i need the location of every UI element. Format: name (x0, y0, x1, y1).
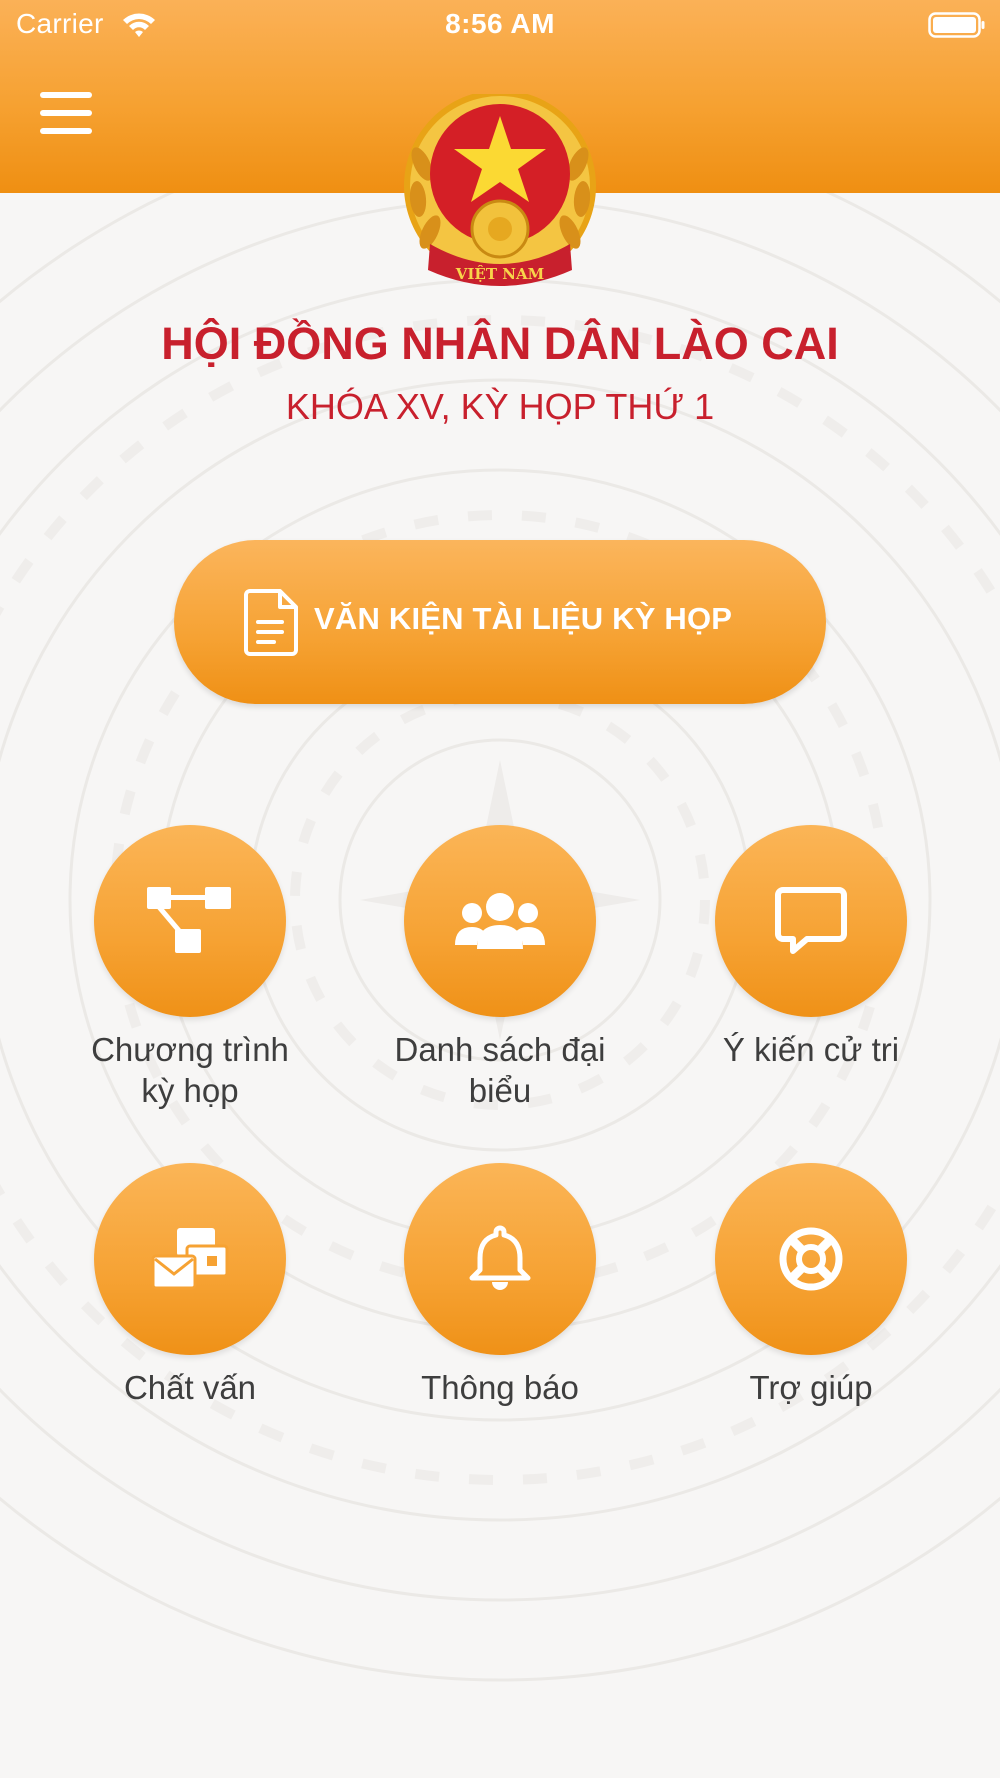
mail-cards-icon (151, 1228, 229, 1290)
menu-tile-label-line: Chất vấn (123, 1369, 257, 1406)
hamburger-menu-icon (40, 92, 92, 134)
page-title: HỘI ĐỒNG NHÂN DÂN LÀO CAI (161, 318, 839, 369)
agenda-flow-icon (147, 887, 231, 953)
menu-tile-label: Chương trình kỳ họp (49, 1029, 331, 1111)
page-subtitle: KHÓA XV, KỲ HỌP THỨ 1 (285, 386, 715, 427)
emblem-text: VIỆT NAM (455, 265, 544, 283)
menu-tile-circle (94, 1163, 286, 1355)
menu-tile-circle (715, 825, 907, 1017)
menu-tile-label: Thông báo (359, 1367, 641, 1408)
menu-tile-circle (404, 1163, 596, 1355)
menu-tile-label: Danh sách đại biểu (359, 1029, 641, 1111)
menu-tile-label: Ý kiến cử tri (670, 1029, 952, 1070)
status-time: 8:56 AM (445, 8, 555, 39)
document-icon (244, 589, 298, 656)
menu-tile-label-line: Ý kiến cử tri (722, 1031, 900, 1068)
menu-tile-label-line: Danh sách đại (394, 1031, 606, 1068)
national-emblem-logo: VIỆT NAM (404, 94, 596, 286)
bell-icon (469, 1225, 531, 1290)
chat-bubble-icon (775, 887, 847, 954)
delegates-group-icon (455, 893, 545, 949)
menu-tile-circle (715, 1163, 907, 1355)
lifebuoy-icon (779, 1227, 843, 1291)
menu-tile-label: Chất vấn (49, 1367, 331, 1408)
menu-tile-label-line: kỳ họp (141, 1072, 239, 1109)
menu-tile-label: Trợ giúp (670, 1367, 952, 1408)
status-bar: Carrier 8:56 AM (0, 0, 1000, 50)
menu-tile-circle (404, 825, 596, 1017)
menu-button[interactable] (40, 88, 106, 148)
documents-button[interactable]: VĂN KIỆN TÀI LIỆU KỲ HỌP (174, 540, 826, 704)
menu-tile-circle (94, 825, 286, 1017)
menu-tile-label-line: Chương trình (91, 1031, 289, 1068)
menu-tile-label-line: Trợ giúp (749, 1369, 873, 1406)
menu-tile-label-line: biểu (468, 1072, 532, 1109)
battery-icon (928, 12, 985, 38)
documents-button-label: VĂN KIỆN TÀI LIỆU KỲ HỌP (314, 601, 733, 636)
menu-tile-label-line: Thông báo (421, 1369, 579, 1406)
